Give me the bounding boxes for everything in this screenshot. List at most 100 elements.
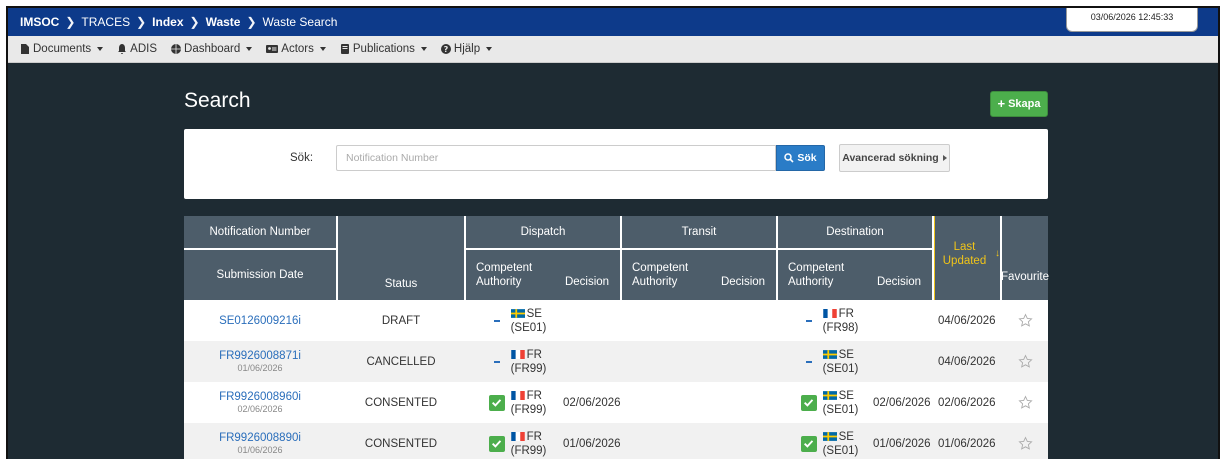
notification-number-link[interactable]: FR9926008871i: [219, 350, 301, 362]
status-text: CONSENTED: [364, 396, 438, 409]
header-divider: [778, 248, 932, 250]
breadcrumb-traces[interactable]: TRACES: [81, 15, 130, 29]
id-card-icon: [266, 45, 279, 53]
header-divider: [466, 248, 620, 250]
header-submission-date[interactable]: Submission Date: [184, 250, 336, 300]
header-dispatch-authority[interactable]: Competent Authority: [466, 250, 554, 300]
header-destination-authority[interactable]: Competent Authority: [778, 250, 866, 300]
header-dispatch-decision[interactable]: Decision: [554, 250, 620, 300]
star-icon[interactable]: [1017, 436, 1033, 451]
header-transit: Transit: [622, 216, 776, 248]
destination-code: (FR98): [822, 321, 859, 334]
caret-down-icon: [97, 47, 104, 51]
breadcrumb-separator-icon: ❯: [136, 15, 147, 29]
last-updated-date: 01/06/2026: [938, 437, 996, 450]
status-cell: CONSENTED: [338, 423, 464, 459]
header-divider: [336, 216, 338, 300]
status-cell: DRAFT: [338, 300, 464, 341]
star-icon[interactable]: [1017, 313, 1033, 328]
dispatch-mark: [488, 435, 506, 452]
dispatch-code: (FR99): [510, 362, 547, 375]
menu-adis[interactable]: ADIS: [117, 43, 157, 55]
transit-authority-cell: [622, 382, 710, 423]
flag-se-icon: [510, 308, 525, 318]
main-content: Search + Skapa Sök: Sök Avancerad söknin…: [184, 63, 1049, 459]
destination-authority-cell: SE (SE01): [784, 423, 874, 459]
last-updated-date: 04/06/2026: [938, 355, 996, 368]
header-destination: Destination: [778, 216, 932, 248]
favourite-cell: [1002, 300, 1048, 341]
dispatch-decision-date: 01/06/2026: [563, 437, 621, 450]
question-icon: ?: [440, 44, 451, 54]
destination-decision-cell: [873, 341, 935, 382]
dispatch-code: (SE01): [510, 321, 547, 334]
table-row[interactable]: FR9926008871i 01/06/2026 CANCELLED FR (FR99)…: [184, 341, 1048, 382]
table-row[interactable]: SE0126009216i DRAFT SE (SE01) FR (FR98) 04/06/…: [184, 300, 1048, 341]
flag-fr-icon: [822, 308, 837, 318]
star-icon[interactable]: [1017, 395, 1033, 410]
header-divider: [464, 216, 466, 300]
destination-country: SE: [838, 348, 854, 361]
destination-authority: SE (SE01): [822, 348, 858, 376]
destination-country: SE: [838, 389, 854, 402]
breadcrumb-index[interactable]: Index: [152, 15, 183, 29]
search-button[interactable]: Sök: [776, 145, 825, 171]
header-transit-authority[interactable]: Competent Authority: [622, 250, 710, 300]
last-updated-cell: 01/06/2026: [938, 423, 1000, 459]
menu-actors[interactable]: Actors: [266, 43, 326, 55]
header-destination-decision[interactable]: Decision: [866, 250, 932, 300]
approved-check-icon: [488, 394, 505, 411]
dispatch-authority-cell: FR (FR99): [472, 341, 562, 382]
breadcrumb-separator-icon: ❯: [246, 15, 257, 29]
notification-number-link[interactable]: FR9926008890i: [219, 432, 301, 444]
book-icon: [340, 44, 349, 54]
header-last-updated[interactable]: Last Updated ↓: [934, 216, 1000, 300]
notification-number-link[interactable]: FR9926008960i: [219, 391, 301, 403]
header-last-updated-label: Last Updated: [942, 241, 987, 267]
transit-authority-cell: [622, 423, 710, 459]
menu-help-label: Hjälp: [453, 43, 481, 55]
destination-authority-cell: SE (SE01): [784, 382, 874, 423]
destination-decision-cell: [873, 300, 935, 341]
star-icon[interactable]: [1017, 354, 1033, 369]
advanced-search-button[interactable]: Avancerad sökning: [839, 144, 950, 172]
status-text: CANCELLED: [366, 355, 436, 368]
destination-country: FR: [838, 307, 854, 320]
menu-publications[interactable]: Publications: [340, 43, 427, 55]
header-status[interactable]: Status: [338, 216, 464, 300]
dispatch-decision-cell: [563, 300, 625, 341]
menu-help[interactable]: ? Hjälp: [440, 43, 493, 55]
pending-dash-icon: [805, 319, 812, 322]
destination-mark: [800, 435, 818, 452]
destination-authority: SE (SE01): [822, 430, 858, 458]
header-status-label: Status: [384, 278, 418, 290]
table-row[interactable]: FR9926008890i 01/06/2026 CONSENTED FR (FR99)…: [184, 423, 1048, 459]
approved-check-icon: [800, 435, 817, 452]
approved-check-icon: [800, 394, 817, 411]
globe-icon: [171, 44, 182, 54]
header-favourite[interactable]: Favourite: [1001, 216, 1049, 300]
transit-authority-cell: [622, 300, 710, 341]
dispatch-authority-cell: FR (FR99): [472, 423, 562, 459]
search-input[interactable]: [336, 145, 776, 171]
header-notification-number[interactable]: Notification Number: [184, 216, 336, 248]
favourite-cell: [1002, 382, 1048, 423]
breadcrumb-waste-search: Waste Search: [262, 15, 338, 29]
session-clock: 03/06/2026 12:45:33: [1066, 8, 1198, 32]
breadcrumb-imsoc[interactable]: IMSOC: [20, 15, 59, 29]
search-panel: Sök: Sök Avancerad sökning: [184, 129, 1048, 199]
menu-dashboard[interactable]: Dashboard: [171, 43, 253, 55]
destination-mark: [800, 394, 818, 411]
transit-decision-cell: [710, 423, 776, 459]
dispatch-mark: [488, 394, 506, 411]
create-button[interactable]: + Skapa: [990, 91, 1048, 117]
header-transit-decision[interactable]: Decision: [710, 250, 776, 300]
status-cell: CONSENTED: [338, 382, 464, 423]
table-row[interactable]: FR9926008960i 02/06/2026 CONSENTED FR (FR99)…: [184, 382, 1048, 423]
notification-number-link[interactable]: SE0126009216i: [219, 315, 301, 327]
last-updated-cell: 04/06/2026: [938, 300, 1000, 341]
menu-documents[interactable]: Documents: [20, 43, 104, 55]
destination-authority-cell: FR (FR98): [784, 300, 874, 341]
breadcrumb-waste[interactable]: Waste: [206, 15, 241, 29]
document-icon: [21, 44, 29, 54]
